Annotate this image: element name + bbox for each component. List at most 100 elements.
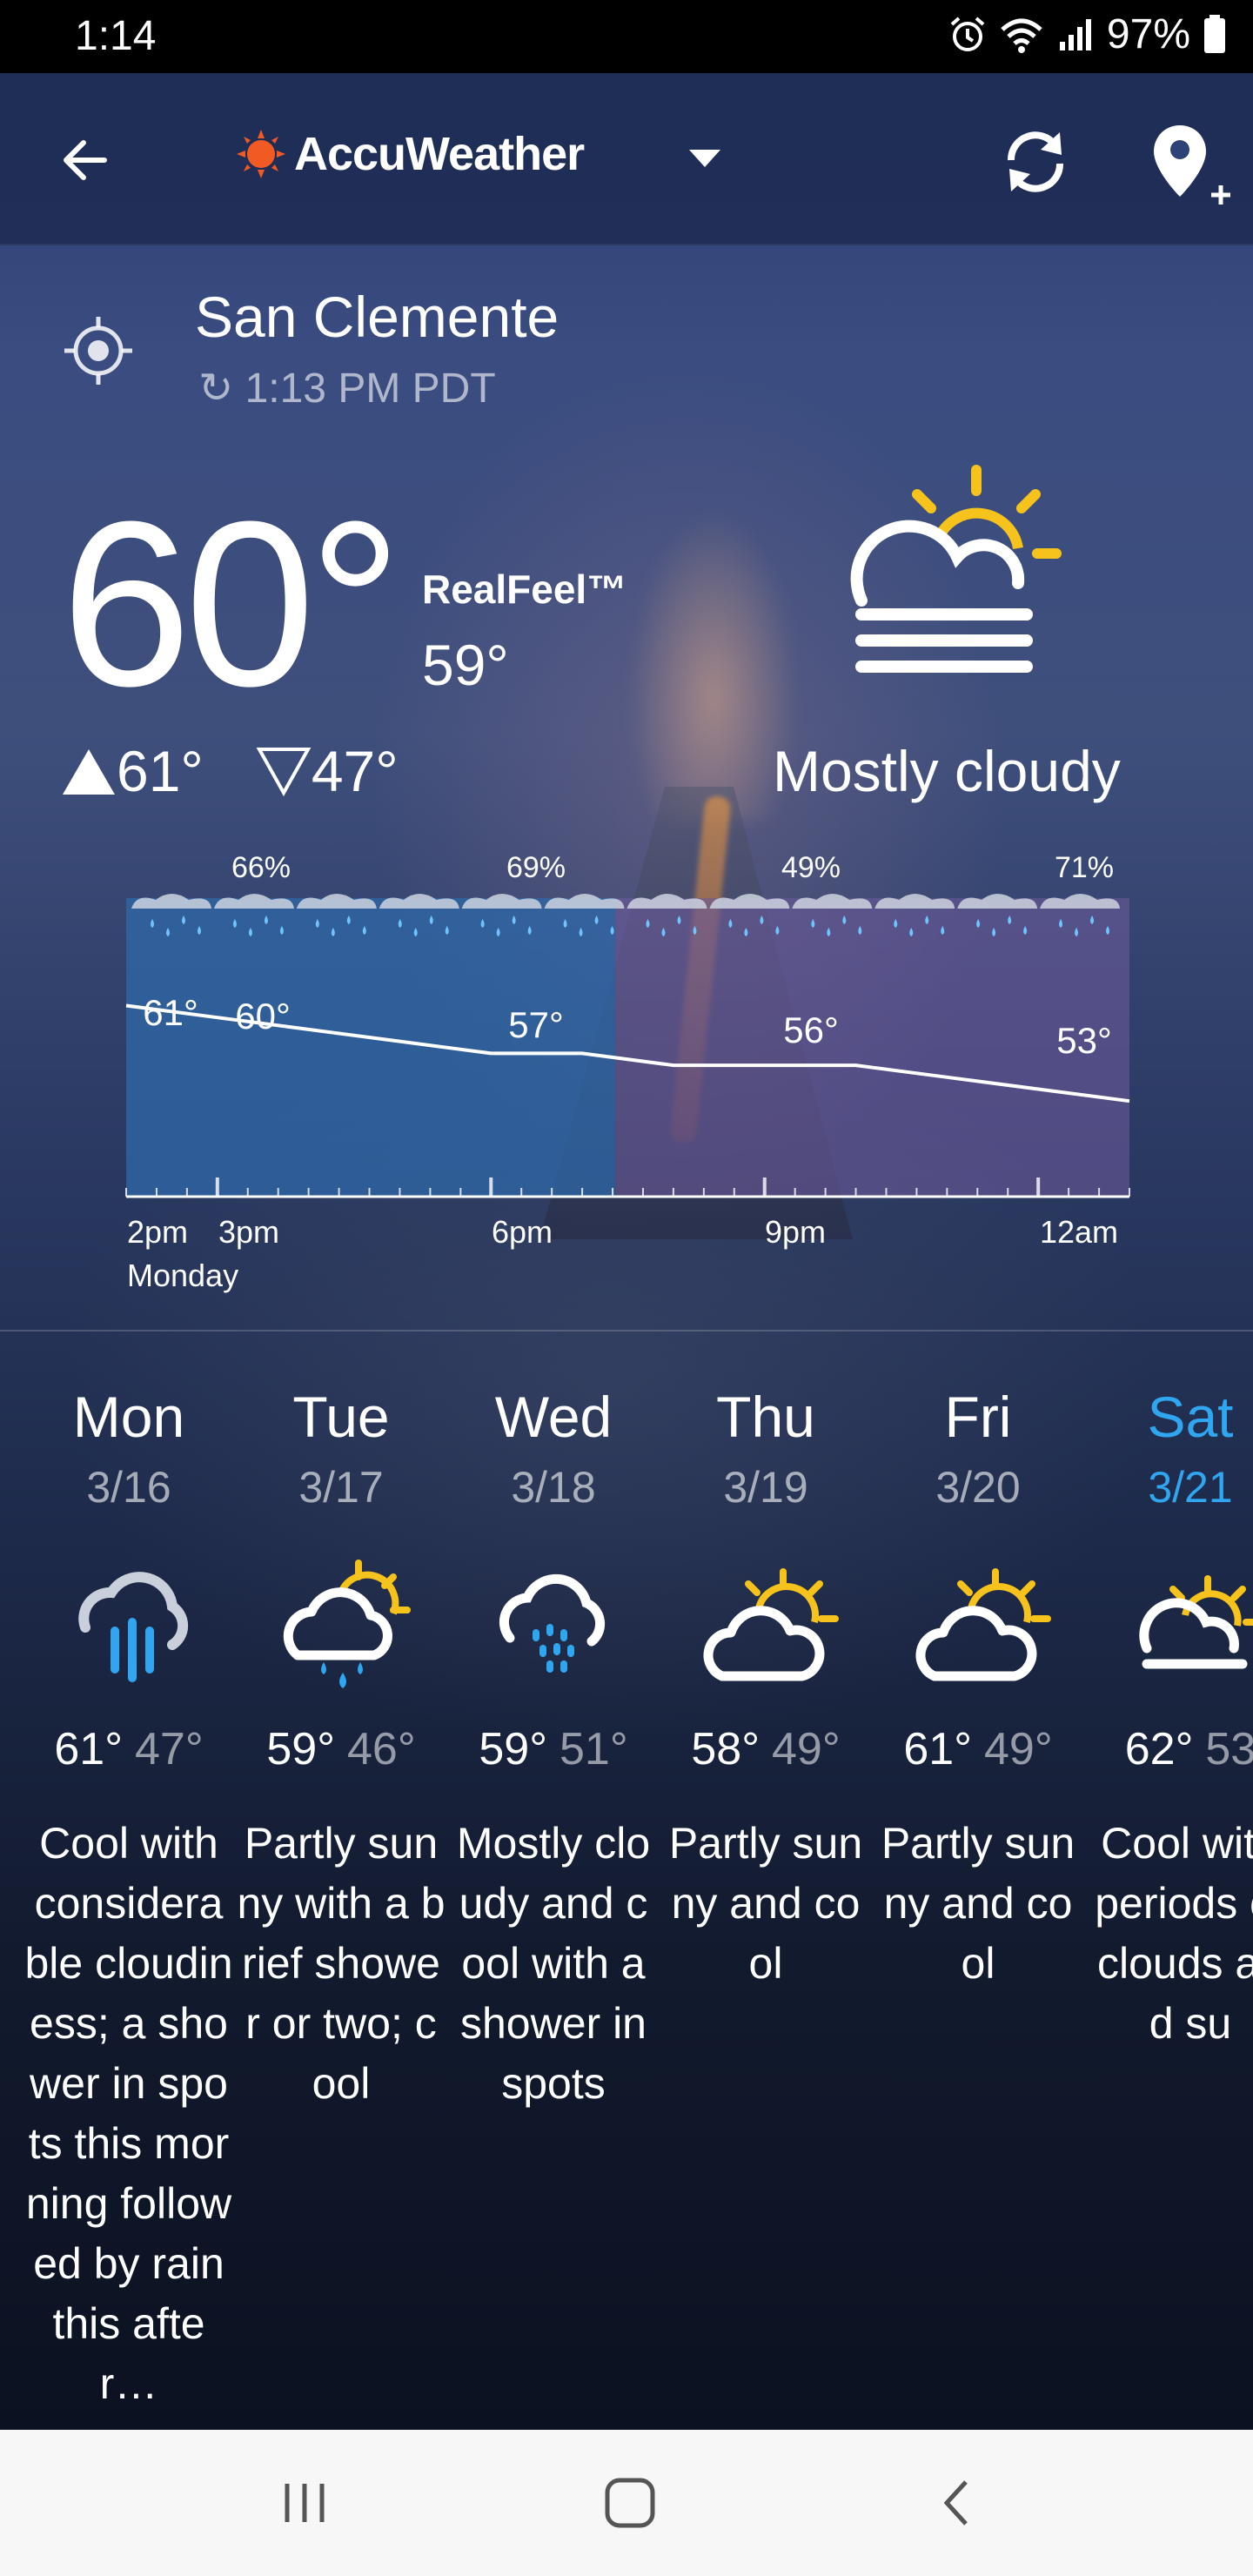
rain-cloud-icon — [709, 894, 790, 909]
home-icon[interactable] — [595, 2477, 665, 2529]
battery-percent: 97% — [1106, 11, 1190, 57]
last-updated-time: 1:13 PM PDT — [245, 366, 496, 412]
current-location-icon[interactable] — [61, 313, 136, 388]
day-low: 49° — [984, 1724, 1053, 1774]
x-axis-label: 9pm — [765, 1214, 826, 1250]
day-temps: 58° 49° — [661, 1723, 870, 1814]
day-description: Cool with considerable cloudiness; a sho… — [24, 1819, 233, 2408]
brand-name: AccuWeather — [294, 128, 585, 180]
realfeel-value: 59° — [422, 633, 509, 697]
temp-label: 57° — [508, 1004, 564, 1045]
last-updated: ↻ 1:13 PM PDT — [198, 364, 496, 413]
day-low: 49° — [772, 1724, 841, 1774]
day-forecast-tue[interactable]: Tue 3/17 59° 46° Partly sunny with a brie… — [237, 1384, 446, 2114]
precip-label: 49% — [781, 851, 841, 884]
system-nav-bar — [0, 2430, 1253, 2576]
back-arrow-icon[interactable] — [52, 125, 122, 195]
rain-cloud-icon — [626, 894, 707, 909]
temp-label: 56° — [783, 1010, 839, 1050]
day-date: 3/20 — [935, 1463, 1021, 1512]
location-name[interactable]: San Clemente — [195, 284, 559, 350]
current-condition: Mostly cloudy — [773, 739, 1121, 803]
low-arrow-icon — [256, 748, 312, 796]
app-bar: AccuWeather — [0, 73, 1253, 245]
day-forecast-wed[interactable]: Wed 3/18 59° 51° Mostly cloudy and cool w… — [449, 1384, 658, 2114]
recent-apps-icon[interactable] — [270, 2477, 339, 2529]
day-name: Thu — [716, 1385, 815, 1449]
high-temp: 61° — [61, 738, 204, 804]
day-forecast-fri[interactable]: Fri 3/20 61° 49° Partly sunny and cool — [874, 1384, 1082, 1994]
day-description: Partly sunny and cool — [881, 1819, 1075, 1988]
low-temp: 47° — [256, 738, 399, 804]
partly-sunny-icon — [915, 1568, 1051, 1681]
day-high: 58° — [691, 1724, 760, 1774]
day-name: Tue — [292, 1385, 390, 1449]
x-axis-label: 12am — [1040, 1214, 1118, 1250]
temp-label: 53° — [1056, 1020, 1112, 1061]
x-axis-label: 6pm — [492, 1214, 553, 1250]
partly-sunny-showers-icon — [283, 1560, 411, 1688]
x-axis-label: 3pm — [218, 1214, 279, 1250]
alarm-icon — [950, 16, 985, 51]
precip-label: 71% — [1055, 851, 1114, 884]
day-date: 3/21 — [1148, 1463, 1233, 1512]
day-high: 61° — [54, 1724, 123, 1774]
mostly-cloudy-icon — [850, 465, 1062, 673]
day-name: Mon — [72, 1385, 185, 1449]
rain-cloud-icon — [874, 894, 955, 909]
day-temps: 61° 47° — [24, 1723, 233, 1814]
partly-sunny-icon — [703, 1568, 839, 1681]
high-arrow-icon — [63, 749, 115, 795]
rain-cloud-icon — [957, 894, 1038, 909]
temp-label: 60° — [235, 996, 291, 1036]
x-axis-label: 2pm — [127, 1214, 188, 1250]
day-description: Partly sunny and cool — [668, 1819, 863, 1988]
rain-cloud-icon — [213, 894, 294, 909]
day-temps: 59° 46° — [237, 1723, 446, 1814]
day-low: 47° — [135, 1724, 204, 1774]
chart-day-panel — [126, 898, 616, 1197]
day-date: 3/16 — [86, 1463, 171, 1512]
chart-night-panel — [615, 898, 1129, 1197]
refresh-icon[interactable] — [992, 118, 1079, 205]
daily-forecast: Mon 3/16 61° 47° Cool with considerable c… — [0, 1384, 1253, 2428]
day-low: 51° — [559, 1724, 628, 1774]
wifi-icon — [1001, 18, 1042, 53]
add-location-pin-icon[interactable] — [1147, 118, 1234, 214]
day-date: 3/17 — [298, 1463, 384, 1512]
day-description: Mostly cloudy and cool with a shower in … — [456, 1819, 651, 2108]
day-temps: 61° 49° — [874, 1723, 1082, 1814]
hourly-forecast-chart[interactable]: 66% 69% 49% 71% 61° 60° 57° 56° 53° 2pm 3pm 6pm 9pm 1… — [0, 835, 1253, 1323]
day-temps: 62° 53 — [1086, 1723, 1253, 1814]
section-divider — [0, 1330, 1253, 1332]
rain-cloud-icon — [379, 894, 459, 909]
day-forecast-sat[interactable]: Sat 3/21 62°53 Cool with periods of clou… — [1086, 1384, 1253, 2054]
precip-label: 69% — [506, 851, 566, 884]
day-high: 59° — [266, 1724, 335, 1774]
rain-cloud-icon — [792, 894, 873, 909]
update-refresh-icon: ↻ — [198, 366, 234, 412]
status-time: 1:14 — [75, 13, 157, 59]
brand-logo[interactable]: AccuWeather — [235, 127, 585, 181]
dropdown-caret-icon[interactable] — [687, 148, 722, 169]
day-date: 3/18 — [511, 1463, 596, 1512]
day-high: 61° — [903, 1724, 972, 1774]
day-temps: 59° 51° — [449, 1723, 658, 1814]
x-axis-sublabel: Monday — [127, 1258, 238, 1293]
temp-label: 61° — [143, 992, 198, 1033]
cloudy-showers-icon — [499, 1573, 606, 1673]
current-temperature: 60° — [61, 473, 402, 735]
day-low: 53 — [1205, 1724, 1253, 1774]
day-low: 46° — [347, 1724, 416, 1774]
sun-logo-icon — [237, 130, 285, 178]
day-forecast-mon[interactable]: Mon 3/16 61° 47° Cool with considerable c… — [24, 1384, 233, 2414]
day-name: Fri — [944, 1385, 1012, 1449]
rain-cloud-icon — [1040, 894, 1121, 909]
day-forecast-thu[interactable]: Thu 3/19 58° 49° Partly sunny and cool — [661, 1384, 870, 1994]
day-description: Cool with periods of clouds and su — [1095, 1819, 1253, 2048]
rain-cloud-icon — [296, 894, 377, 909]
rain-cloud-icon — [131, 894, 211, 909]
back-icon[interactable] — [922, 2477, 992, 2529]
high-low: 61° 47° — [61, 738, 399, 804]
day-description: Partly sunny with a brief shower or two;… — [237, 1819, 446, 2108]
